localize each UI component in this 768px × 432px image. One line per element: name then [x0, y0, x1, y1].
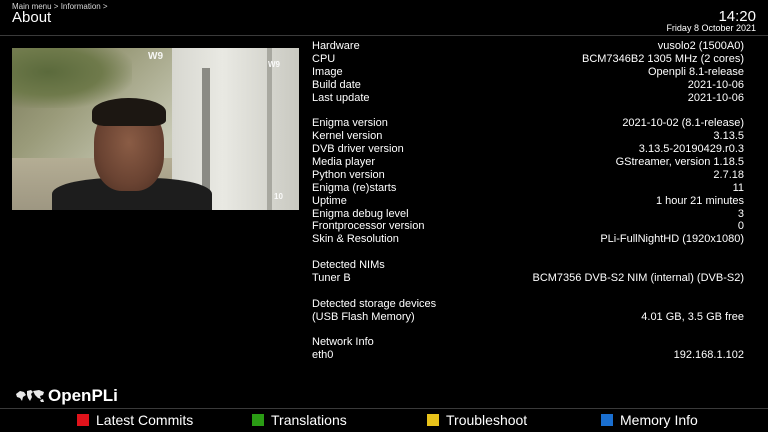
software-info-row: DVB driver version 3.13.5-20190429.r0.3	[312, 143, 744, 156]
system-info-value: vusolo2 (1500A0)	[657, 40, 744, 52]
system-info-value: 2021-10-06	[687, 91, 744, 104]
page-title: About	[12, 9, 52, 26]
header-bar: Main menu > Information > About 14:20 Fr…	[0, 0, 768, 34]
software-info-value: 0	[737, 220, 744, 233]
logo-text: OpenPLi	[48, 386, 118, 405]
about-info-list: Hardware vusolo2 (1500A0) CPU BCM7346B2 130…	[312, 40, 744, 362]
age-rating-badge: 10	[274, 192, 283, 201]
system-info-value: 2021-10-06	[687, 78, 744, 91]
network-info-value: 192.168.1.102	[673, 349, 744, 362]
software-info-value: 3.13.5-20190429.r0.3	[638, 143, 744, 156]
footer-divider	[0, 408, 768, 409]
software-info-label: Enigma (re)starts	[312, 181, 397, 194]
storage-info-label: (USB Flash Memory)	[312, 310, 415, 323]
blue-key-label: Memory Info	[620, 412, 698, 428]
channel-watermark: W9	[148, 51, 163, 62]
system-info-row: Build date 2021-10-06	[312, 79, 744, 92]
software-info-label: Enigma version	[312, 117, 388, 130]
date-label: Friday 8 October 2021	[666, 23, 756, 33]
software-info-value: 2.7.18	[713, 168, 744, 181]
software-info-label: Kernel version	[312, 130, 383, 143]
storage-info-value: 4.01 GB, 3.5 GB free	[641, 310, 744, 323]
openpli-logo: OpenPLi	[14, 386, 134, 408]
network-info-row: eth0 192.168.1.102	[312, 349, 744, 362]
storage-info-row: (USB Flash Memory) 4.01 GB, 3.5 GB free	[312, 311, 744, 324]
software-info-row: Skin & Resolution PLi-FullNightHD (1920x1…	[312, 233, 744, 246]
system-info-label: Hardware	[312, 40, 360, 52]
nim-info-value: BCM7356 DVB-S2 NIM (internal) (DVB-S2)	[532, 272, 744, 285]
system-info-row: CPU BCM7346B2 1305 MHz (2 cores)	[312, 53, 744, 66]
software-info-row: Enigma debug level 3	[312, 208, 744, 221]
software-info-label: Skin & Resolution	[312, 233, 399, 246]
network-heading: Network Info	[312, 336, 374, 349]
system-info-label: Last update	[312, 91, 370, 104]
nim-info-label: Tuner B	[312, 272, 351, 285]
software-info-label: Python version	[312, 168, 385, 181]
system-info-row: Last update 2021-10-06	[312, 92, 744, 105]
software-info-value: 3	[737, 207, 744, 220]
software-info-value: 2021-10-02 (8.1-release)	[622, 117, 744, 130]
software-info-value: PLi-FullNightHD (1920x1080)	[600, 233, 744, 246]
header-divider	[0, 35, 768, 36]
blue-key-icon	[601, 414, 613, 426]
software-info-value: 3.13.5	[713, 130, 744, 143]
software-info-row: Frontprocessor version 0	[312, 220, 744, 233]
green-key-label: Translations	[271, 412, 347, 428]
red-key-label: Latest Commits	[96, 412, 194, 428]
software-info-row: Enigma (re)starts 11	[312, 182, 744, 195]
software-info-label: Enigma debug level	[312, 207, 409, 220]
picture-in-picture-video: W9 W9 10	[12, 48, 299, 210]
software-info-row: Python version 2.7.18	[312, 169, 744, 182]
channel-logo-watermark: W9	[268, 60, 280, 69]
software-info-row: Enigma version 2021-10-02 (8.1-release)	[312, 117, 744, 130]
system-info-label: CPU	[312, 52, 336, 65]
system-info-value: Openpli 8.1-release	[647, 65, 744, 78]
software-info-label: Frontprocessor version	[312, 220, 425, 233]
software-info-value: 1 hour 21 minutes	[655, 194, 744, 207]
software-info-label: DVB driver version	[312, 143, 404, 156]
software-info-row: Uptime 1 hour 21 minutes	[312, 195, 744, 208]
yellow-key-label: Troubleshoot	[446, 412, 528, 428]
system-info-value: BCM7346B2 1305 MHz (2 cores)	[581, 52, 744, 65]
software-info-label: Media player	[312, 156, 375, 169]
system-info-label: Build date	[312, 78, 361, 91]
software-info-row: Kernel version 3.13.5	[312, 130, 744, 143]
yellow-key-icon	[427, 414, 439, 426]
nims-heading: Detected NIMs	[312, 259, 385, 272]
red-key-icon	[77, 414, 89, 426]
software-info-value: GStreamer, version 1.18.5	[615, 156, 744, 169]
software-info-row: Media player GStreamer, version 1.18.5	[312, 156, 744, 169]
system-info-row: Image Openpli 8.1-release	[312, 66, 744, 79]
software-info-value: 11	[732, 181, 744, 194]
green-key-icon	[252, 414, 264, 426]
storage-heading: Detected storage devices	[312, 297, 437, 310]
network-info-label: eth0	[312, 349, 334, 362]
nim-info-row: Tuner B BCM7356 DVB-S2 NIM (internal) (DV…	[312, 272, 744, 285]
system-info-label: Image	[312, 65, 343, 78]
world-map-icon	[16, 390, 44, 402]
system-info-row: Hardware vusolo2 (1500A0)	[312, 40, 744, 53]
software-info-label: Uptime	[312, 194, 347, 207]
